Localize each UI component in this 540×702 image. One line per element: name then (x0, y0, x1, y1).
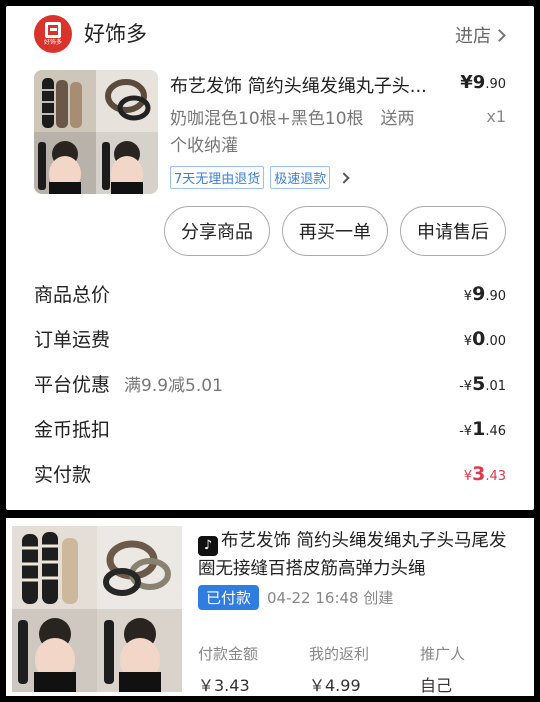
tag-fast-refund: 极速退款 (270, 166, 331, 189)
summary-row-coins: 金币抵扣 -¥1.46 (34, 406, 506, 451)
metric-value: ￥4.99 (309, 676, 361, 695)
metric-value: 自己 (420, 676, 453, 695)
row-label: 订单运费 (34, 329, 111, 351)
shop-logo-text: 好饰多 (43, 39, 62, 46)
product-spec: 奶咖混色10根+黑色10根 送两个收纳灌 (170, 109, 415, 156)
shop-logo: 好饰多 (34, 15, 72, 53)
enter-shop-label: 进店 (455, 26, 491, 47)
shop-logo-icon (45, 22, 61, 38)
order-metrics: 付款金额 ￥3.43 我的返利 ￥4.99 推广人 自己 (198, 643, 531, 696)
product-image[interactable] (34, 70, 158, 194)
shop-name[interactable]: 好饰多 (84, 18, 147, 48)
row-label: 商品总价 (34, 284, 111, 306)
tiktok-icon: ♪ (198, 536, 218, 556)
rebuy-button[interactable]: 再买一单 (282, 206, 388, 256)
enter-shop-link[interactable]: 进店 (455, 22, 506, 48)
rebate-order-card[interactable]: ♪ 布艺发饰 简约头绳发绳丸子头马尾发圈无接缝百搭皮筋高弹力头绳 已付款 04-2… (6, 518, 534, 696)
order-detail-card: 好饰多 好饰多 进店 布艺发饰 简约头绳发绳丸子头... ¥9.90 奶咖混色1… (6, 6, 534, 510)
summary-row-discount: 平台优惠 满9.9减5.01 -¥5.01 (34, 361, 506, 406)
row-label: 平台优惠 (34, 374, 111, 396)
share-product-button[interactable]: 分享商品 (164, 206, 270, 256)
metric-label: 推广人 (420, 645, 466, 663)
row-amount: -¥5.01 (459, 372, 506, 395)
row-amount: ¥9.90 (463, 282, 506, 305)
metric-rebate: 我的返利 ￥4.99 (309, 643, 420, 696)
tag-no-reason-return: 7天无理由退货 (170, 166, 265, 189)
summary-row-shipping: 订单运费 ¥0.00 (34, 316, 506, 361)
chevron-right-icon[interactable] (338, 171, 350, 184)
after-sale-button[interactable]: 申请售后 (400, 206, 506, 256)
discount-note: 满9.9减5.01 (124, 376, 223, 396)
product-price: ¥9.90 (460, 72, 506, 93)
order-status-row: 已付款 04-22 16:48 创建 (198, 585, 393, 610)
metric-value: ￥3.43 (198, 676, 250, 695)
summary-row-paid: 实付款 ¥3.43 (34, 451, 506, 496)
row-amount: ¥0.00 (463, 327, 506, 350)
price-summary: 商品总价 ¥9.90 订单运费 ¥0.00 平台优惠 满9.9减5.01 -¥5… (34, 271, 506, 496)
created-time: 04-22 16:48 创建 (267, 589, 394, 607)
summary-row-total: 商品总价 ¥9.90 (34, 271, 506, 316)
action-buttons: 分享商品 再买一单 申请售后 (164, 206, 506, 256)
status-badge: 已付款 (198, 585, 260, 610)
product-title[interactable]: 布艺发饰 简约头绳发绳丸子头... (170, 72, 450, 98)
metric-payment: 付款金额 ￥3.43 (198, 643, 309, 696)
order-title[interactable]: ♪ 布艺发饰 简约头绳发绳丸子头马尾发圈无接缝百搭皮筋高弹力头绳 (198, 528, 518, 583)
metric-label: 我的返利 (309, 645, 370, 663)
row-label: 实付款 (34, 464, 92, 486)
chevron-right-icon (493, 28, 506, 42)
row-amount: ¥3.43 (463, 462, 506, 485)
order-product-image[interactable] (12, 526, 182, 692)
service-tags[interactable]: 7天无理由退货 极速退款 (170, 166, 350, 189)
row-amount: -¥1.46 (459, 417, 506, 440)
metric-label: 付款金额 (198, 645, 259, 663)
shop-header[interactable]: 好饰多 好饰多 进店 (6, 6, 534, 60)
product-quantity: x1 (486, 107, 506, 126)
metric-promoter: 推广人 自己 (420, 643, 531, 696)
row-label: 金币抵扣 (34, 419, 111, 441)
